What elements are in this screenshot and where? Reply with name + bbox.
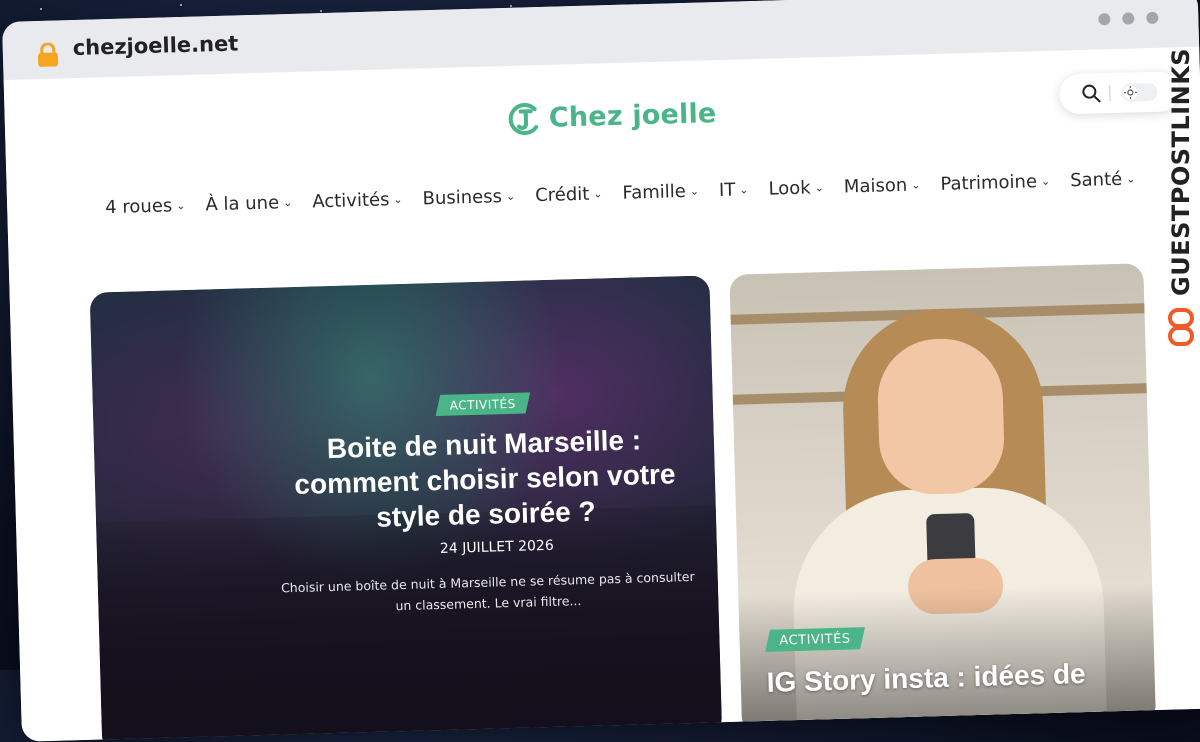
article-title[interactable]: Boite de nuit Marseille : comment choisi… <box>274 421 697 538</box>
chevron-down-icon: ⌄ <box>815 181 825 194</box>
nav-label: Crédit <box>535 184 590 207</box>
nav-item-4-roues[interactable]: 4 roues⌄ <box>105 195 186 218</box>
divider <box>1109 85 1110 101</box>
chevron-down-icon: ⌄ <box>739 183 749 196</box>
nav-label: Business <box>422 186 502 209</box>
nav-item-look[interactable]: Look ⌄ <box>768 177 824 200</box>
nav-item-activites[interactable]: Activités⌄ <box>312 189 403 213</box>
window-controls <box>1098 12 1158 26</box>
nav-label: Maison <box>844 175 908 198</box>
chevron-down-icon: ⌄ <box>393 193 403 206</box>
nav-item-it[interactable]: IT⌄ <box>719 179 749 201</box>
window-dot[interactable] <box>1146 12 1158 24</box>
nav-item-a-la-une[interactable]: À la une ⌄ <box>205 192 292 215</box>
chevron-down-icon: ⌄ <box>1126 172 1136 185</box>
chevron-down-icon: ⌄ <box>690 185 700 198</box>
lock-icon <box>35 42 62 67</box>
photo-person-face <box>876 337 1005 495</box>
toggle-knob <box>1123 85 1137 99</box>
main-nav: 4 roues⌄ À la une⌄ Activités⌄ Business⌄ … <box>105 168 1156 218</box>
nav-label: Santé <box>1070 169 1123 191</box>
window-dot[interactable] <box>1098 13 1110 25</box>
featured-article-card[interactable]: ACTIVITÉS Boite de nuit Marseille : comm… <box>90 275 723 741</box>
nav-item-patrimoine[interactable]: Patrimoine ⌄ <box>940 171 1050 195</box>
browser-window: chezjoelle.net Chez joelle <box>2 0 1200 742</box>
search-icon[interactable] <box>1081 83 1102 104</box>
nav-item-sante[interactable]: Santé⌄ <box>1070 168 1136 191</box>
nav-item-credit[interactable]: Crédit⌄ <box>535 183 603 206</box>
site-logo[interactable]: Chez joelle <box>504 94 717 138</box>
link-icon <box>1167 308 1197 348</box>
url-text[interactable]: chezjoelle.net <box>72 31 238 60</box>
featured-article-card[interactable]: ACTIVITÉS IG Story insta : idées de <box>729 263 1156 734</box>
nav-item-famille[interactable]: Famille ⌄ <box>622 181 699 204</box>
nav-label: IT <box>719 180 736 201</box>
nav-item-business[interactable]: Business ⌄ <box>422 186 515 210</box>
chevron-down-icon: ⌄ <box>283 196 293 209</box>
category-badge[interactable]: ACTIVITÉS <box>436 392 531 416</box>
nav-label: Activités <box>312 189 390 212</box>
chevron-down-icon: ⌄ <box>911 178 921 191</box>
watermark-text: GUESTPOSTLINKS <box>1167 0 1195 296</box>
nav-label: À la une <box>205 192 279 215</box>
nav-label: Patrimoine <box>940 171 1037 195</box>
nav-label: Famille <box>622 181 686 204</box>
web-page: Chez joelle <box>4 47 1200 742</box>
category-label: ACTIVITÉS <box>779 632 851 649</box>
header-tools <box>1059 71 1180 114</box>
category-label: ACTIVITÉS <box>450 397 516 413</box>
logo-icon <box>504 99 543 138</box>
chevron-down-icon: ⌄ <box>506 190 516 203</box>
sun-icon <box>1123 85 1137 99</box>
theme-toggle[interactable] <box>1121 83 1157 102</box>
chevron-down-icon: ⌄ <box>593 187 603 200</box>
chevron-down-icon: ⌄ <box>1041 175 1051 188</box>
window-dot[interactable] <box>1122 12 1134 24</box>
chevron-down-icon: ⌄ <box>176 199 186 212</box>
nav-label: Look <box>768 177 811 199</box>
logo-text: Chez joelle <box>548 98 716 134</box>
nav-label: 4 roues <box>105 195 173 218</box>
nav-item-maison[interactable]: Maison⌄ <box>844 174 921 197</box>
guestpostlinks-watermark: GUESTPOSTLINKS <box>1163 60 1200 360</box>
category-badge[interactable]: ACTIVITÉS <box>765 627 865 652</box>
